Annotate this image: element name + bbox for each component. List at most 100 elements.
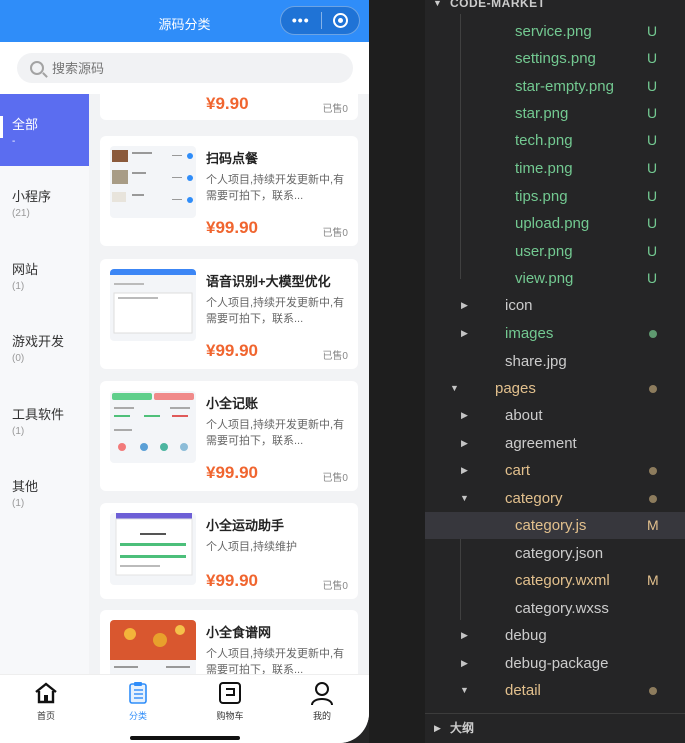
file-item[interactable]: view.png U [425, 265, 685, 292]
tab-category[interactable]: 分类 [92, 680, 184, 722]
file-item[interactable]: tips.png U [425, 183, 685, 210]
category-item-tools[interactable]: 工具软件 (1) [0, 384, 89, 456]
category-item-other[interactable]: 其他 (1) [0, 456, 89, 528]
menu-capsule[interactable]: ••• [280, 6, 360, 35]
category-item-game[interactable]: 游戏开发 (0) [0, 311, 89, 383]
more-icon[interactable]: ••• [281, 7, 321, 34]
product-card[interactable]: 小全食谱网 个人项目,持续开发更新中,有需要可拍下，联系... [100, 610, 358, 674]
category-name: 全部 [12, 117, 39, 132]
file-label: user.png [515, 243, 573, 260]
file-item[interactable]: star-empty.png U [425, 73, 685, 100]
folder-item-category[interactable]: ▼ category [425, 485, 685, 512]
file-item[interactable]: category.wxml M [425, 567, 685, 594]
product-card[interactable]: ¥9.90 已售0 [100, 94, 358, 120]
explorer-root-label: CODE-MARKET [450, 0, 546, 10]
chevron-right-icon: ▶ [461, 465, 468, 475]
category-icon [129, 682, 147, 704]
category-name: 网站 [12, 262, 39, 277]
folder-label: images [505, 325, 554, 342]
category-name: 工具软件 [12, 407, 65, 422]
folder-item-cart[interactable]: ▶ cart [425, 457, 685, 484]
tab-label: 首页 [36, 711, 55, 721]
folder-item-detail[interactable]: ▼ detail [425, 677, 685, 704]
file-item[interactable]: time.png U [425, 155, 685, 182]
file-label: tech.png [515, 132, 573, 149]
folder-item-about[interactable]: ▶ about [425, 402, 685, 429]
product-thumbnail [110, 269, 196, 341]
file-item[interactable]: user.png U [425, 238, 685, 265]
folder-item-icon[interactable]: ▶ icon [425, 292, 685, 319]
folder-item-images[interactable]: ▶ images [425, 320, 685, 347]
git-status-dot [649, 385, 657, 393]
category-count: (1) [12, 426, 25, 437]
file-item[interactable]: category.wxss [425, 595, 685, 622]
category-item-all[interactable]: 全部 - [0, 94, 89, 166]
file-item[interactable]: settings.png U [425, 45, 685, 72]
git-status-dot [649, 687, 657, 695]
file-item[interactable]: upload.png U [425, 210, 685, 237]
git-status-badge: U [647, 50, 658, 66]
product-sold: 已售0 [322, 104, 348, 115]
chevron-right-icon: ▶ [461, 300, 468, 310]
file-item[interactable]: category.json [425, 540, 685, 567]
home-icon [35, 682, 57, 704]
product-title: 扫码点餐 [206, 151, 259, 166]
folder-label: agreement [505, 435, 577, 452]
search-input[interactable] [52, 60, 332, 76]
file-item[interactable]: share.jpg [425, 348, 685, 375]
git-status-badge: U [647, 243, 658, 259]
git-status-badge: U [647, 215, 658, 231]
outline-section[interactable]: ▶ 大纲 [425, 713, 685, 743]
folder-item-pages[interactable]: ▼ pages [425, 375, 685, 402]
product-desc: 个人项目,持续维护 [206, 541, 298, 553]
git-status-badge: U [647, 105, 658, 121]
category-count: (1) [12, 281, 25, 292]
file-label: category.wxss [515, 600, 609, 617]
cart-icon [219, 682, 241, 704]
category-item-miniprogram[interactable]: 小程序 (21) [0, 166, 89, 238]
product-title: 小全记账 [206, 396, 259, 411]
file-label: time.png [515, 160, 573, 177]
file-item[interactable]: tech.png U [425, 127, 685, 154]
folder-item-debug[interactable]: ▶ debug [425, 622, 685, 649]
folder-item-debug-package[interactable]: ▶ debug-package [425, 650, 685, 677]
folder-label: debug [505, 627, 547, 644]
search-bar [0, 42, 369, 94]
tab-home[interactable]: 首页 [0, 680, 92, 722]
file-item[interactable]: service.png U [425, 18, 685, 45]
product-title: 小全食谱网 [206, 625, 272, 640]
close-target-icon[interactable] [321, 13, 359, 28]
tab-cart[interactable]: 购物车 [184, 680, 276, 722]
category-count: (0) [12, 353, 25, 364]
product-title: 语音识别+大模型优化 [206, 274, 331, 289]
chevron-down-icon: ▼ [460, 685, 469, 695]
file-label: star-empty.png [515, 78, 614, 95]
category-name: 其他 [12, 479, 39, 494]
product-price: ¥99.90 [206, 463, 258, 482]
category-count: (1) [12, 498, 25, 509]
tab-label: 我的 [312, 711, 331, 721]
file-label: category.json [515, 545, 604, 562]
simulator-background [369, 0, 425, 743]
file-label: category.js [515, 517, 587, 534]
product-card[interactable]: 语音识别+大模型优化 个人项目,持续开发更新中,有需要可拍下，联系... ¥99… [100, 259, 358, 369]
product-card[interactable]: 小全记账 个人项目,持续开发更新中,有需要可拍下，联系... ¥99.90 已售… [100, 381, 358, 491]
chevron-right-icon: ▶ [461, 630, 468, 640]
file-label: service.png [515, 23, 592, 40]
product-desc: 个人项目,持续开发更新中,有需要可拍下，联系... [206, 648, 345, 674]
product-desc: 个人项目,持续开发更新中,有需要可拍下，联系... [206, 174, 345, 202]
file-item-selected[interactable]: category.js M [425, 512, 685, 539]
product-list: ¥9.90 已售0 扫码点餐 个人项目,持续开发更新中,有需要可拍下，联系...… [89, 94, 369, 674]
tab-profile[interactable]: 我的 [276, 680, 368, 722]
folder-item-agreement[interactable]: ▶ agreement [425, 430, 685, 457]
file-item[interactable]: star.png U [425, 100, 685, 127]
product-card[interactable]: 小全运动助手 个人项目,持续维护 ¥99.90 已售0 [100, 503, 358, 599]
category-count: (21) [12, 208, 30, 219]
category-item-website[interactable]: 网站 (1) [0, 239, 89, 311]
product-desc: 个人项目,持续开发更新中,有需要可拍下，联系... [206, 419, 345, 447]
product-card[interactable]: 扫码点餐 个人项目,持续开发更新中,有需要可拍下，联系... ¥99.90 已售… [100, 136, 358, 246]
chevron-down-icon: ▼ [433, 0, 443, 8]
search-box[interactable] [17, 53, 353, 83]
explorer-root[interactable]: ▼ CODE-MARKET [425, 0, 685, 14]
chevron-right-icon: ▶ [434, 723, 441, 733]
